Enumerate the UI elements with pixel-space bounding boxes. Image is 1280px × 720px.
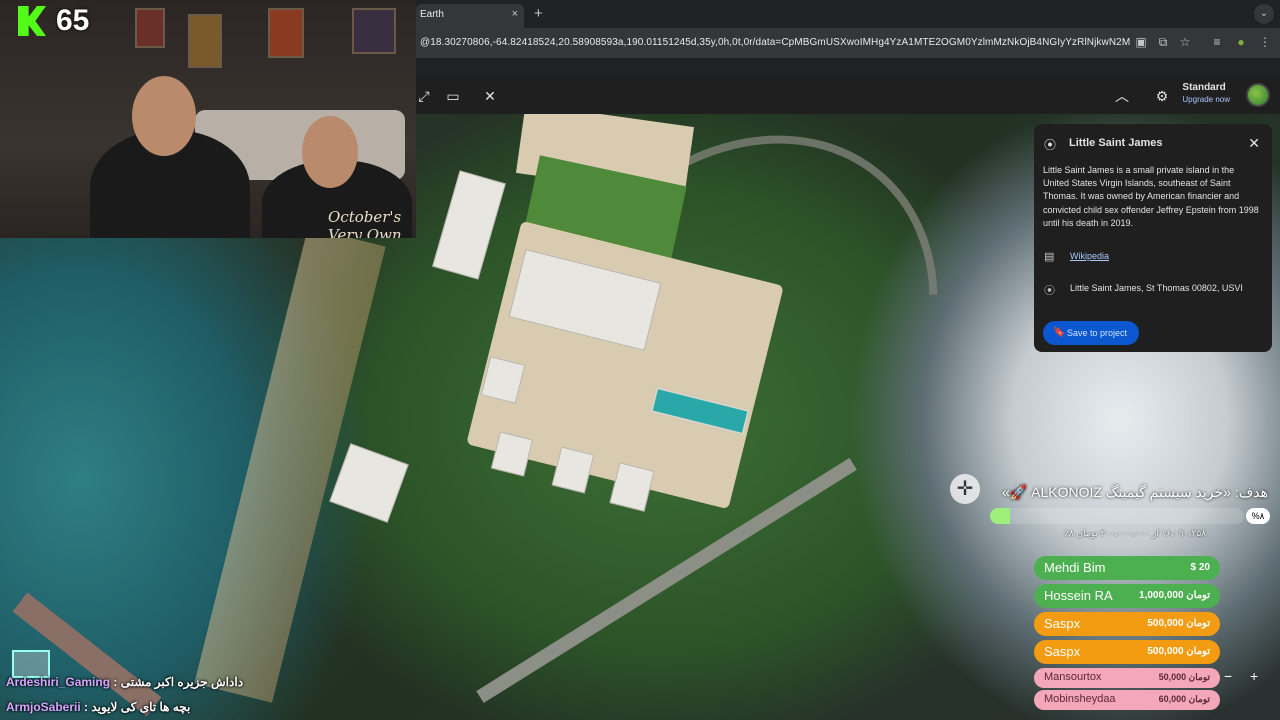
satellite-icon[interactable]: ✕: [480, 86, 500, 106]
donation-amount: 500,000 تومان: [1147, 618, 1210, 629]
donation-item: Mehdi Bim $ 20: [1034, 556, 1220, 580]
chat-text: : داداش جزیره اکبر مشتی: [110, 675, 244, 689]
wall-poster-4: [352, 8, 396, 54]
bookmark-star-icon[interactable]: ☆: [1178, 35, 1192, 49]
wall-poster-2: [188, 14, 222, 68]
donation-item: Hossein RA 1,000,000 تومان: [1034, 584, 1220, 608]
tab-close-icon[interactable]: ×: [512, 8, 518, 20]
reading-list-icon[interactable]: ≡: [1210, 35, 1224, 49]
draw-path-icon[interactable]: ⤢: [414, 86, 434, 106]
wikipedia-link[interactable]: Wikipedia: [1070, 251, 1109, 261]
browser-menu-icon[interactable]: ⋮: [1258, 35, 1272, 49]
donation-amount: 1,000,000 تومان: [1139, 590, 1210, 601]
install-app-icon[interactable]: ▣: [1134, 35, 1148, 49]
streamer-left-face: [132, 76, 196, 156]
navigation-crosshair-icon[interactable]: ✛: [950, 474, 980, 504]
chat-username: ArmjoSaberii: [6, 700, 81, 714]
donor-name: Saspx: [1044, 616, 1081, 631]
goal-progress-bar: [990, 508, 1244, 524]
place-address: Little Saint James, St Thomas 00802, USV…: [1070, 283, 1243, 293]
url-text[interactable]: @18.30270806,-64.82418524,20.58908593a,1…: [420, 37, 1130, 48]
wall-poster-1: [135, 8, 165, 48]
donor-name: Mobinsheydaa: [1044, 693, 1116, 705]
donation-item: Saspx 500,000 تومان: [1034, 640, 1220, 664]
donor-name: Mehdi Bim: [1044, 560, 1106, 575]
article-icon: ▤: [1044, 251, 1055, 263]
tab-title: Earth: [420, 9, 444, 20]
donor-name: Hossein RA: [1044, 588, 1113, 603]
place-title: Little Saint James: [1069, 137, 1163, 149]
avatar[interactable]: [1246, 83, 1270, 107]
donation-amount: 50,000 تومان: [1158, 672, 1210, 682]
ruler-icon[interactable]: ▭: [443, 86, 463, 106]
browser-tab-bar: Earth × + ⌄: [416, 0, 1280, 28]
west-guest-house-roof: [329, 443, 409, 523]
close-icon[interactable]: ✕: [1248, 135, 1260, 152]
save-label: Save to project: [1067, 328, 1128, 338]
tab-google-earth[interactable]: Earth ×: [416, 4, 524, 28]
pavilion-roof-2: [490, 431, 534, 477]
bookmarks-bar: [416, 58, 1280, 78]
donor-name: Saspx: [1044, 644, 1081, 659]
account-plan[interactable]: Standard Upgrade now: [1182, 82, 1230, 104]
donation-goal: هدف: «خرید سیستم گیمینگ ALKONOIZ 🚀» %۸ ۱…: [984, 478, 1276, 548]
donation-amount: 500,000 تومان: [1147, 646, 1210, 657]
goal-title: هدف: «خرید سیستم گیمینگ ALKONOIZ 🚀»: [1002, 484, 1268, 500]
streamer-right-face: [302, 116, 358, 188]
chat-message: ArmjoSaberii : بچه ها تای کی لایوید: [6, 700, 190, 714]
zoom-out-button[interactable]: −: [1224, 668, 1232, 684]
chat-text: : بچه ها تای کی لایوید: [80, 700, 191, 714]
north-building-roof: [432, 170, 506, 280]
chat-emote: [12, 650, 50, 678]
collapse-chevron-up-icon[interactable]: ︿: [1112, 86, 1132, 106]
tab-search-chevron-icon[interactable]: ⌄: [1254, 4, 1274, 24]
address-bar[interactable]: @18.30270806,-64.82418524,20.58908593a,1…: [416, 28, 1280, 58]
donation-amount: 60,000 تومان: [1158, 694, 1210, 704]
goal-subtitle: ۱۶،۰۹۰،۲۵۸ از ۲۰۰،۰۰۰،۰۰۰ تومان ۸٪: [1064, 528, 1206, 538]
donation-amount: $ 20: [1190, 562, 1210, 573]
screen-share-icon[interactable]: ⧉: [1156, 35, 1170, 49]
save-to-project-button[interactable]: 🔖 Save to project: [1043, 321, 1140, 345]
hoodie-text: October's Very Own: [328, 208, 402, 238]
map-pin-icon: ⦿: [1044, 138, 1057, 152]
donation-item: Mansourtox 50,000 تومان: [1034, 668, 1220, 688]
gear-icon[interactable]: ⚙: [1152, 86, 1172, 106]
chat-username: Ardeshiri_Gaming: [6, 675, 111, 689]
viewer-count: 65: [56, 4, 90, 37]
donor-name: Mansourtox: [1044, 671, 1102, 683]
new-tab-button[interactable]: +: [534, 5, 543, 22]
chat-message: Ardeshiri_Gaming : داداش جزیره اکبر مشتی: [6, 675, 243, 689]
place-info-panel: ⦿ Little Saint James ✕ Little Saint Jame…: [1034, 124, 1272, 352]
address-pin-icon: ⦿: [1044, 285, 1055, 297]
donation-item: Mobinsheydaa 60,000 تومان: [1034, 690, 1220, 710]
webcam-overlay: 65 October's Very Own: [0, 0, 416, 238]
goal-percent: %۸: [1246, 508, 1270, 524]
kick-logo: [18, 6, 46, 36]
plan-label: Standard: [1182, 82, 1226, 93]
place-description: Little Saint James is a small private is…: [1043, 165, 1259, 228]
zoom-in-button[interactable]: +: [1250, 668, 1258, 684]
earth-toolbar: ⤢ ▭ ✕ ︿ ⚙ Standard Upgrade now: [416, 78, 1280, 114]
wall-poster-3: [268, 8, 304, 58]
extension-icon[interactable]: ●: [1234, 35, 1248, 49]
upgrade-link[interactable]: Upgrade now: [1182, 95, 1230, 104]
bookmark-icon: 🔖: [1053, 327, 1066, 338]
donation-item: Saspx 500,000 تومان: [1034, 612, 1220, 636]
goal-progress-fill: [990, 508, 1011, 524]
